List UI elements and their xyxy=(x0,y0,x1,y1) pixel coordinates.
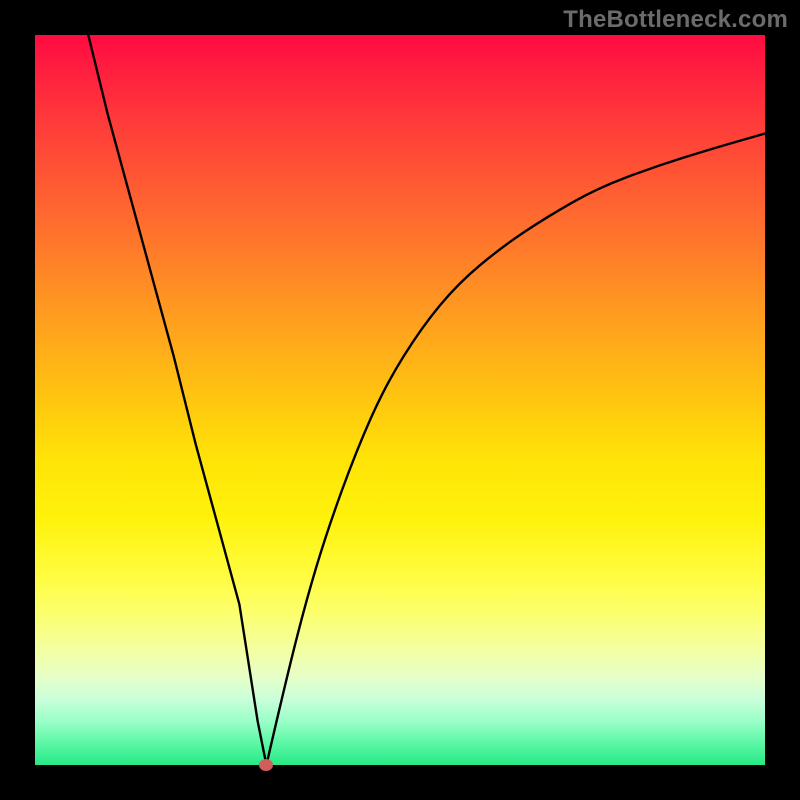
curve-layer xyxy=(35,35,765,765)
plot-area xyxy=(35,35,765,765)
chart-frame: TheBottleneck.com xyxy=(0,0,800,800)
watermark-text: TheBottleneck.com xyxy=(563,6,788,34)
minimum-marker xyxy=(259,759,273,771)
bottleneck-curve xyxy=(88,35,765,765)
